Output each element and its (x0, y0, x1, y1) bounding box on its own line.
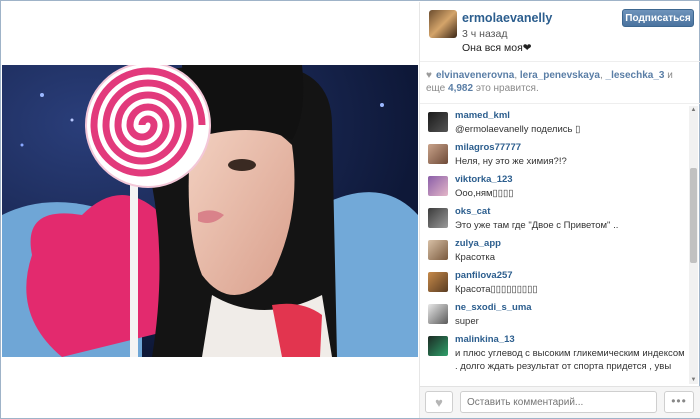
comment-footer: ♥ ••• (420, 386, 700, 418)
comments-scrollbar[interactable]: ▲ ▼ (689, 106, 698, 384)
comment-text: Ооо,ням▯▯▯▯ (455, 188, 514, 199)
scrollbar-thumb[interactable] (690, 168, 697, 263)
divider (420, 103, 700, 104)
follow-button[interactable]: Подписаться (622, 9, 694, 27)
commenter-avatar[interactable] (428, 208, 448, 228)
photo-image (2, 65, 418, 357)
commenter-avatar[interactable] (428, 304, 448, 324)
like-user-2[interactable]: lera_penevskaya (520, 70, 600, 81)
comment-input[interactable] (460, 391, 657, 413)
comments-list: mamed_kml @ermolaevanelly поделись ▯ mil… (420, 106, 688, 386)
comment-text: и плюс углевод с высоким гликемическим и… (455, 348, 685, 372)
post-time: 3 ч назад (462, 28, 508, 40)
photo-area (2, 2, 418, 418)
post-caption: Она вся моя❤ (462, 42, 532, 54)
like-user-1[interactable]: elvinavenerovna (436, 70, 514, 81)
likes-suffix: это нравится. (475, 83, 539, 94)
author-avatar[interactable] (429, 10, 457, 38)
comment-text: Неля, ну это же химия?!? (455, 156, 567, 167)
comment-text: Красота▯▯▯▯▯▯▯▯▯ (455, 284, 538, 295)
more-icon: ••• (671, 394, 687, 408)
comment-username[interactable]: milagros77777 (455, 142, 521, 153)
side-panel: ermolaevanelly 3 ч назад Она вся моя❤ По… (419, 2, 700, 418)
comment-text: super (455, 316, 479, 327)
commenter-avatar[interactable] (428, 240, 448, 260)
commenter-avatar[interactable] (428, 112, 448, 132)
likes-summary: ♥ elvinavenerovna, lera_penevskaya, _lese… (426, 70, 673, 94)
commenter-avatar[interactable] (428, 144, 448, 164)
post-window: ermolaevanelly 3 ч назад Она вся моя❤ По… (0, 0, 700, 419)
post-photo[interactable] (2, 65, 418, 357)
heart-icon: ♥ (426, 70, 432, 81)
commenter-avatar[interactable] (428, 176, 448, 196)
scroll-up-arrow-icon[interactable]: ▲ (690, 106, 697, 114)
comment-username[interactable]: oks_cat (455, 206, 490, 217)
comment-username[interactable]: zulya_app (455, 238, 501, 249)
more-options-button[interactable]: ••• (664, 391, 694, 413)
author-username[interactable]: ermolaevanelly (462, 11, 552, 25)
like-button[interactable]: ♥ (425, 391, 453, 413)
comment-username[interactable]: panfilova257 (455, 270, 513, 281)
comment-username[interactable]: malinkina_13 (455, 334, 515, 345)
scroll-down-arrow-icon[interactable]: ▼ (690, 376, 697, 384)
comment-username[interactable]: mamed_kml (455, 110, 510, 121)
heart-icon: ♥ (435, 395, 443, 410)
comment-text: Красотка (455, 252, 496, 263)
comment-username[interactable]: ne_sxodi_s_uma (455, 302, 532, 313)
comment-text: Это уже там где "Двое с Приветом" .. (455, 220, 619, 231)
likes-count[interactable]: 4,982 (448, 83, 473, 94)
commenter-avatar[interactable] (428, 272, 448, 292)
comment-username[interactable]: viktorka_123 (455, 174, 513, 185)
commenter-avatar[interactable] (428, 336, 448, 356)
comment-text: @ermolaevanelly поделись ▯ (455, 124, 581, 135)
post-header: ermolaevanelly 3 ч назад Она вся моя❤ По… (420, 2, 700, 62)
like-user-3[interactable]: _lesechka_3 (606, 70, 665, 81)
